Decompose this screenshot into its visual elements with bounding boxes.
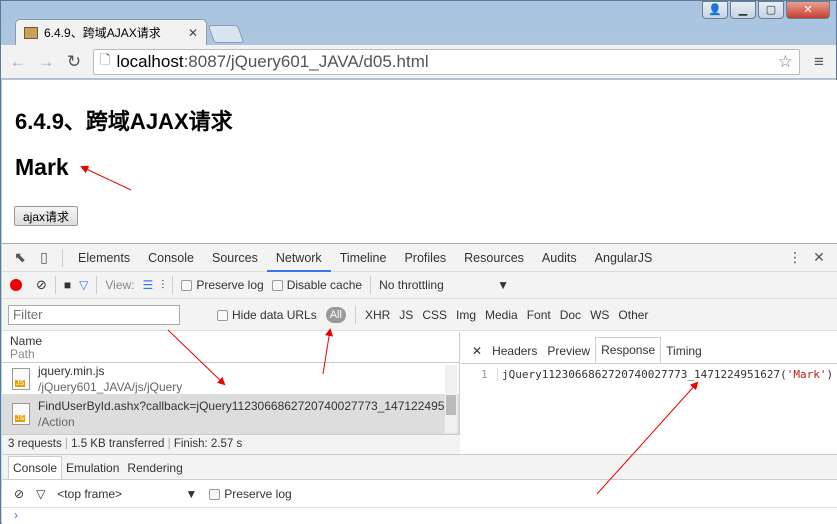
- drawer-tabbar: Console Emulation Rendering: [2, 454, 837, 480]
- filter-all[interactable]: All: [325, 306, 346, 323]
- record-icon[interactable]: [10, 279, 22, 291]
- drawer-tab-emulation[interactable]: Emulation: [62, 457, 123, 479]
- request-path: /Action: [38, 415, 75, 429]
- user-icon[interactable]: 👤: [702, 1, 728, 19]
- drawer-tab-console[interactable]: Console: [8, 456, 63, 479]
- filter-ws[interactable]: WS: [590, 308, 609, 322]
- filter-img[interactable]: Img: [456, 308, 476, 322]
- tab-timing[interactable]: Timing: [661, 339, 707, 363]
- browser-tab[interactable]: 6.4.9、跨域AJAX请求 ✕: [15, 19, 207, 45]
- tab-network[interactable]: Network: [266, 244, 331, 272]
- star-icon[interactable]: ☆: [778, 52, 793, 72]
- filter-js[interactable]: JS: [399, 308, 413, 322]
- back-icon[interactable]: ←: [9, 52, 27, 72]
- tab-resources[interactable]: Resources: [455, 244, 533, 272]
- clear-console-icon[interactable]: ⊘: [14, 487, 24, 501]
- url-host: localhost: [116, 51, 184, 71]
- menu-icon[interactable]: ≡: [810, 52, 828, 72]
- disable-cache-checkbox[interactable]: Disable cache: [271, 278, 362, 292]
- filter-input[interactable]: [8, 304, 180, 325]
- tab-timeline[interactable]: Timeline: [331, 244, 396, 272]
- browser-window: 6.4.9、跨域AJAX请求 ✕ 👤 ▁ ▢ ✕ ← → ↻ 🗋 localho…: [0, 0, 837, 524]
- close-detail-icon[interactable]: ✕: [467, 339, 487, 363]
- filter-font[interactable]: Font: [527, 308, 551, 322]
- close-window-button[interactable]: ✕: [786, 1, 830, 19]
- url-path: :8087/jQuery601_JAVA/d05.html: [183, 51, 429, 71]
- device-icon[interactable]: ▯: [32, 249, 56, 266]
- network-toolbar: ⊘ ■ ▽ View: ☰ ⫶ Preserve log Disable cac…: [2, 272, 837, 299]
- request-name: jquery.min.js: [38, 363, 105, 378]
- devtools: ⬉ ▯ Elements Console Sources Network Tim…: [2, 243, 837, 524]
- maximize-button[interactable]: ▢: [758, 1, 784, 19]
- new-tab-button[interactable]: [207, 25, 245, 43]
- tab-sources[interactable]: Sources: [203, 244, 267, 272]
- minimize-button[interactable]: ▁: [730, 1, 756, 19]
- js-file-icon: [12, 403, 30, 425]
- clear-icon[interactable]: ⊘: [36, 277, 47, 293]
- large-rows-icon[interactable]: ☰: [143, 278, 154, 292]
- tab-title: 6.4.9、跨域AJAX请求: [44, 26, 161, 40]
- request-row-selected[interactable]: FindUserById.ashx?callback=jQuery1123066…: [2, 394, 459, 434]
- close-tab-icon[interactable]: ✕: [188, 26, 198, 40]
- favicon-icon: [24, 26, 38, 39]
- tab-angularjs[interactable]: AngularJS: [586, 244, 662, 272]
- tab-preview[interactable]: Preview: [542, 339, 595, 363]
- page-icon: 🗋: [100, 51, 111, 67]
- request-list-scrollbar[interactable]: [445, 365, 457, 433]
- devtools-tabbar: ⬉ ▯ Elements Console Sources Network Tim…: [2, 244, 837, 272]
- tab-audits[interactable]: Audits: [533, 244, 586, 272]
- forward-icon[interactable]: →: [37, 52, 55, 72]
- page-content: 6.4.9、跨域AJAX请求 Mark ajax请求: [2, 80, 837, 243]
- tab-headers[interactable]: Headers: [487, 339, 542, 363]
- close-devtools-icon[interactable]: ✕: [807, 249, 831, 266]
- console-toolbar: ⊘ ▽ <top frame> ▼ Preserve log: [2, 480, 837, 508]
- hide-data-urls-checkbox[interactable]: Hide data URLs: [217, 308, 317, 322]
- capture-screenshots-icon[interactable]: ■: [64, 278, 71, 292]
- tab-response[interactable]: Response: [595, 337, 662, 363]
- browser-toolbar: ← → ↻ 🗋 localhost:8087/jQuery601_JAVA/d0…: [1, 45, 836, 79]
- ajax-request-button[interactable]: ajax请求: [14, 206, 79, 226]
- request-detail: ✕ Headers Preview Response Timing 1 jQue…: [461, 332, 837, 454]
- filter-bar: Hide data URLs All XHR JS CSS Img Media …: [2, 299, 837, 331]
- title-bar: 6.4.9、跨域AJAX请求 ✕ 👤 ▁ ▢ ✕: [1, 1, 836, 45]
- result-text: Mark: [15, 154, 69, 180]
- filter-css[interactable]: CSS: [422, 308, 447, 322]
- request-row[interactable]: jquery.min.js/jQuery601_JAVA/js/jQuery: [2, 363, 459, 394]
- preserve-log-checkbox[interactable]: Preserve log: [181, 278, 264, 292]
- page-title: 6.4.9、跨域AJAX请求: [15, 109, 233, 134]
- response-body: 1 jQuery1123066862720740027773_147122495…: [481, 368, 834, 381]
- request-list: NamePath jquery.min.js/jQuery601_JAVA/js…: [2, 332, 460, 454]
- filter-media[interactable]: Media: [485, 308, 518, 322]
- console-filter-icon[interactable]: ▽: [36, 487, 45, 501]
- filter-icon[interactable]: ▽: [79, 278, 88, 292]
- inspect-icon[interactable]: ⬉: [8, 249, 32, 266]
- view-label: View:: [105, 278, 135, 292]
- console-preserve-log-checkbox[interactable]: Preserve log: [209, 487, 292, 501]
- overview-icon[interactable]: ⫶: [161, 278, 164, 293]
- filter-xhr[interactable]: XHR: [365, 308, 390, 322]
- throttling-select[interactable]: No throttling ▼: [379, 278, 509, 292]
- console-prompt[interactable]: ›: [14, 508, 18, 522]
- tab-console[interactable]: Console: [139, 244, 203, 272]
- line-number: 1: [481, 368, 488, 381]
- request-path: /jQuery601_JAVA/js/jQuery: [38, 379, 183, 394]
- more-icon[interactable]: ⋮: [783, 249, 807, 266]
- reload-icon[interactable]: ↻: [65, 52, 83, 72]
- request-name: FindUserById.ashx?callback=jQuery1123066…: [38, 399, 455, 413]
- address-bar[interactable]: 🗋 localhost:8087/jQuery601_JAVA/d05.html…: [93, 48, 800, 75]
- drawer-tab-rendering[interactable]: Rendering: [123, 457, 186, 479]
- frame-select[interactable]: <top frame> ▼: [57, 487, 197, 501]
- tab-profiles[interactable]: Profiles: [395, 244, 455, 272]
- tab-elements[interactable]: Elements: [69, 244, 139, 272]
- filter-doc[interactable]: Doc: [560, 308, 581, 322]
- network-summary: 3 requests | 1.5 KB transferred | Finish…: [2, 434, 460, 454]
- filter-other[interactable]: Other: [618, 308, 648, 322]
- name-column-header[interactable]: Name Path: [2, 332, 459, 363]
- js-file-icon: [12, 367, 30, 390]
